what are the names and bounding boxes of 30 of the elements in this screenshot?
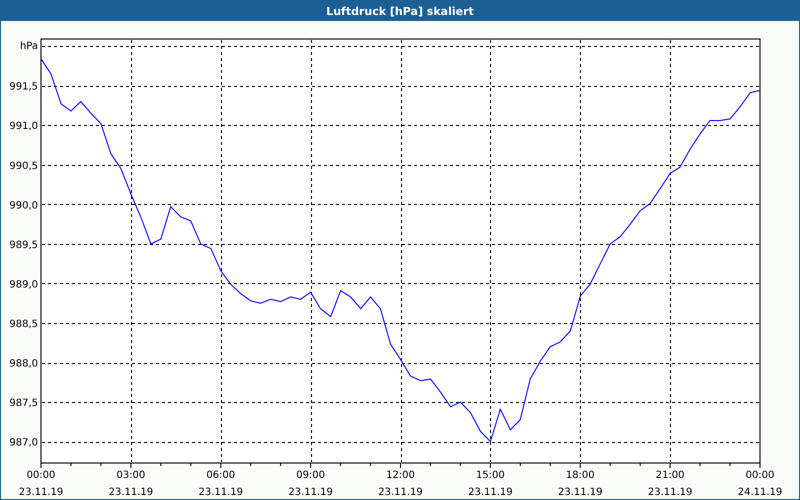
x-tick-date: 23.11.19 — [108, 487, 154, 498]
y-tick-label: 989,0 — [9, 279, 38, 290]
x-tick-time: 21:00 — [656, 470, 685, 481]
x-tick-time: 15:00 — [476, 470, 505, 481]
y-tick-label: 991,5 — [9, 82, 38, 93]
x-tick-time: 12:00 — [386, 470, 415, 481]
y-tick-label: 988,0 — [9, 358, 38, 370]
y-tick-label: 990,5 — [9, 160, 38, 172]
x-tick-time: 03:00 — [116, 470, 146, 481]
x-tick-date: 23.11.19 — [18, 487, 64, 498]
x-tick-time: 06:00 — [206, 470, 236, 481]
y-tick-label: 990,0 — [9, 200, 38, 212]
y-tick-label: 989,5 — [9, 240, 38, 251]
x-tick-time: 09:00 — [296, 470, 326, 481]
x-tick-date: 23.11.19 — [198, 487, 244, 498]
y-tick-label: 991,0 — [9, 121, 38, 132]
x-tick-time: 18:00 — [566, 470, 595, 481]
window-title: Luftdruck [hPa] skaliert — [326, 4, 474, 18]
x-tick-date: 23.11.19 — [378, 487, 423, 498]
x-tick-time: 00:00 — [26, 470, 56, 481]
x-tick-time: 00:00 — [746, 470, 774, 481]
y-tick-label: 987,5 — [9, 398, 38, 410]
y-tick-label: 987,0 — [9, 438, 38, 449]
y-tick-label: 988,5 — [9, 318, 38, 330]
x-tick-date: 23.11.19 — [288, 487, 333, 498]
y-axis-unit: hPa — [20, 41, 38, 52]
x-tick-date: 24.11.19 — [738, 487, 782, 498]
x-tick-date: 23.11.19 — [558, 487, 603, 498]
x-tick-date: 23.11.19 — [648, 487, 692, 498]
x-tick-date: 23.11.19 — [468, 487, 513, 498]
